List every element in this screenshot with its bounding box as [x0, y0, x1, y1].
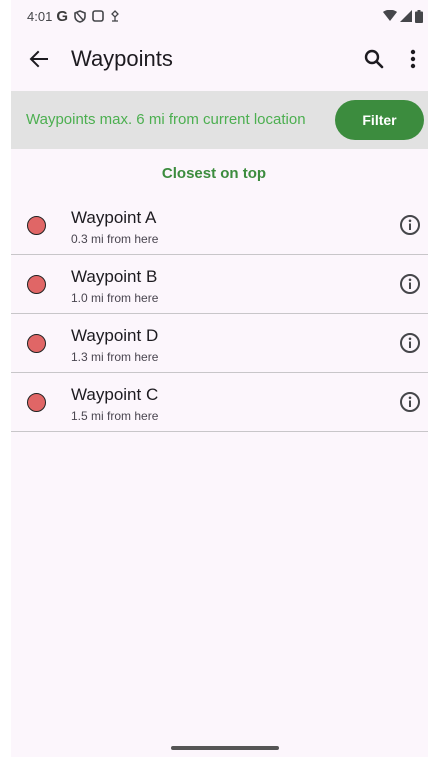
status-bar: 4:01 G — [27, 6, 423, 26]
waypoint-name: Waypoint A — [71, 208, 157, 227]
arrow-back-icon[interactable] — [27, 47, 51, 71]
home-indicator[interactable] — [171, 746, 279, 750]
waypoint-list-item[interactable]: Waypoint B 1.0 mi from here — [11, 255, 428, 314]
google-icon: G — [56, 7, 68, 25]
battery-icon — [415, 9, 423, 23]
info-icon[interactable] — [399, 332, 421, 354]
waypoint-marker-icon — [27, 275, 46, 294]
waypoint-marker-icon — [27, 334, 46, 353]
shield-icon — [74, 9, 86, 23]
wifi-icon — [383, 10, 397, 21]
waypoint-marker-icon — [27, 393, 46, 412]
waypoint-distance: 0.3 mi from here — [71, 232, 159, 246]
waypoint-name: Waypoint B — [71, 267, 158, 286]
info-icon[interactable] — [399, 391, 421, 413]
app-surface: 4:01 G Waypoints Waypoints max. 6 mi fro… — [11, 0, 428, 757]
screen-icon — [92, 10, 104, 22]
waypoint-name: Waypoint C — [71, 385, 159, 404]
waypoint-list-item[interactable]: Waypoint D 1.3 mi from here — [11, 314, 428, 373]
info-icon[interactable] — [399, 273, 421, 295]
filter-button[interactable]: Filter — [335, 100, 424, 140]
status-time: 4:01 — [27, 8, 53, 24]
page-title: Waypoints — [71, 46, 173, 71]
waypoint-distance: 1.3 mi from here — [71, 350, 159, 364]
waypoint-distance: 1.5 mi from here — [71, 409, 159, 423]
sort-order-label[interactable]: Closest on top — [0, 165, 428, 182]
waypoint-name: Waypoint D — [71, 326, 159, 345]
more-vert-icon[interactable] — [406, 47, 420, 71]
app-bar: Waypoints — [11, 34, 428, 86]
status-icons-right — [383, 9, 423, 23]
screen: 4:01 G Waypoints Waypoints max. 6 mi fro… — [0, 0, 428, 757]
waypoint-list-item[interactable]: Waypoint A 0.3 mi from here — [11, 196, 428, 255]
mic-icon — [111, 9, 119, 22]
filter-banner: Waypoints max. 6 mi from current locatio… — [11, 91, 428, 149]
search-icon[interactable] — [362, 47, 386, 71]
waypoint-list: Waypoint A 0.3 mi from here Waypoint B 1… — [11, 196, 428, 432]
waypoint-list-item[interactable]: Waypoint C 1.5 mi from here — [11, 373, 428, 432]
waypoint-distance: 1.0 mi from here — [71, 291, 159, 305]
waypoint-marker-icon — [27, 216, 46, 235]
filter-description: Waypoints max. 6 mi from current locatio… — [26, 111, 306, 128]
signal-icon — [400, 10, 412, 22]
info-icon[interactable] — [399, 214, 421, 236]
status-icons-left: G — [56, 8, 120, 25]
